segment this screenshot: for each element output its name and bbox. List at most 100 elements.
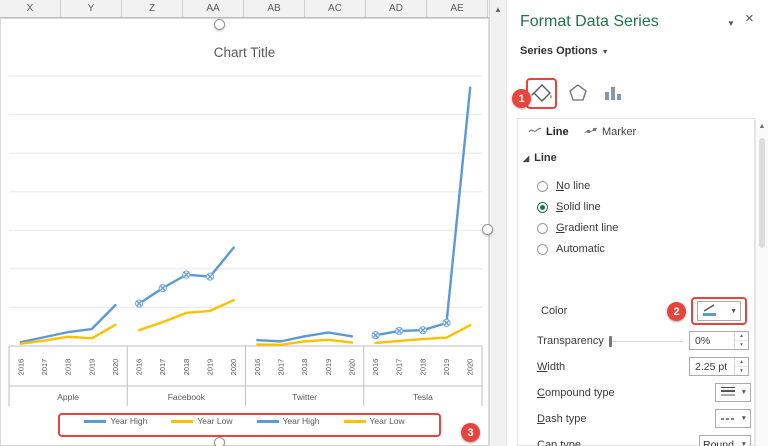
legend-label: Year Low xyxy=(369,416,405,426)
column-headers: X Y Z AA AB AC AD AE xyxy=(0,0,489,18)
column-header[interactable]: AB xyxy=(244,0,305,17)
radio-automatic-label: Automatic xyxy=(556,243,605,255)
column-header[interactable]: Y xyxy=(61,0,122,17)
scrollbar-thumb[interactable] xyxy=(759,138,765,248)
legend-line-swatch xyxy=(343,419,366,423)
line-section-header[interactable]: ◢ Line xyxy=(523,152,557,164)
spin-down-icon[interactable]: ▾ xyxy=(735,367,748,375)
svg-text:2017: 2017 xyxy=(40,359,49,376)
svg-text:2020: 2020 xyxy=(111,359,120,376)
pane-scrollbar[interactable]: ▲ xyxy=(755,120,768,446)
radio-solid-line[interactable]: Solid line xyxy=(537,199,601,215)
close-icon[interactable]: × xyxy=(745,10,754,27)
chart-object[interactable]: 2016 2017 2018 2019 2020 Apple 2016 2017 2018 201… xyxy=(0,18,489,446)
series-options-tab[interactable] xyxy=(601,82,625,106)
selection-handle[interactable] xyxy=(482,224,493,235)
spinner-arrows: ▴ ▾ xyxy=(734,358,748,375)
transparency-value[interactable]: 0% xyxy=(690,332,734,349)
svg-text:2020: 2020 xyxy=(466,359,475,376)
spin-up-icon[interactable]: ▴ xyxy=(735,358,748,367)
svg-text:2017: 2017 xyxy=(158,359,167,376)
tab-marker-label: Marker xyxy=(602,126,637,138)
cap-type-dropdown[interactable]: Round ▼ xyxy=(699,435,751,446)
legend-item[interactable]: Year High xyxy=(84,416,147,426)
annotation-badge-3: 3 xyxy=(461,423,480,442)
width-label: Width xyxy=(537,361,566,373)
tab-marker[interactable]: Marker xyxy=(584,126,636,138)
selection-handle[interactable] xyxy=(214,437,225,446)
svg-text:2016: 2016 xyxy=(253,359,262,376)
column-header[interactable]: X xyxy=(0,0,61,17)
width-spinbox[interactable]: 2.25 pt ▴ ▾ xyxy=(689,357,749,376)
chevron-down-icon: ▼ xyxy=(601,49,609,56)
column-header[interactable]: AC xyxy=(305,0,366,17)
format-data-series-pane: Format Data Series ▼ × Series Options▼ xyxy=(506,0,768,446)
column-header[interactable]: AD xyxy=(366,0,427,17)
chart-plot-area[interactable]: 2016 2017 2018 2019 2020 Apple 2016 2017 2018 201… xyxy=(1,19,490,411)
column-header[interactable]: AA xyxy=(183,0,244,17)
pane-title: Format Data Series xyxy=(520,13,659,30)
chart-title[interactable]: Chart Title xyxy=(1,45,488,60)
scroll-up-icon[interactable]: ▲ xyxy=(756,120,768,130)
chevron-down-icon: ▼ xyxy=(740,415,747,422)
radio-circle[interactable] xyxy=(537,243,548,255)
bar-chart-icon xyxy=(601,81,625,108)
selection-handle[interactable] xyxy=(214,19,225,30)
fill-line-tab[interactable] xyxy=(530,82,554,106)
slider-thumb[interactable] xyxy=(609,336,612,347)
legend-item[interactable]: Year High xyxy=(256,416,320,426)
color-label: Color xyxy=(541,305,568,317)
column-header[interactable]: Z xyxy=(122,0,183,17)
svg-text:2018: 2018 xyxy=(418,359,427,376)
worksheet-scrollbar[interactable]: ▲ xyxy=(489,0,506,446)
svg-text:2016: 2016 xyxy=(16,359,25,376)
excel-window: X Y Z AA AB AC AD AE ▲ 2016 2017 2018 2019 2… xyxy=(0,0,768,446)
compound-type-dropdown[interactable]: ▼ xyxy=(715,383,751,402)
legend-item[interactable]: Year Low xyxy=(343,416,405,426)
spin-down-icon[interactable]: ▾ xyxy=(735,341,748,349)
series-options-dropdown[interactable]: Series Options ▼ xyxy=(520,45,609,57)
transparency-slider[interactable] xyxy=(609,336,683,347)
radio-circle[interactable] xyxy=(537,201,548,213)
dash-type-dropdown[interactable]: ▼ xyxy=(715,409,751,428)
width-value[interactable]: 2.25 pt xyxy=(690,358,734,375)
tab-line-label: Line xyxy=(546,126,569,138)
svg-text:2018: 2018 xyxy=(64,359,73,376)
legend-line-swatch xyxy=(84,419,107,423)
radio-circle[interactable] xyxy=(537,222,548,234)
scroll-up-icon[interactable]: ▲ xyxy=(490,0,506,14)
slider-track xyxy=(609,341,683,342)
legend-item[interactable]: Year Low xyxy=(171,416,233,426)
radio-no-line[interactable]: No line xyxy=(537,178,590,194)
svg-text:2017: 2017 xyxy=(276,359,285,376)
compound-type-label: Compound type xyxy=(537,387,615,399)
section-expander-icon[interactable]: ◢ xyxy=(523,154,529,163)
column-header[interactable]: AE xyxy=(427,0,488,17)
svg-text:2016: 2016 xyxy=(371,359,380,376)
svg-text:2020: 2020 xyxy=(229,359,238,376)
pane-options-caret-icon[interactable]: ▼ xyxy=(727,19,735,28)
radio-automatic[interactable]: Automatic xyxy=(537,241,605,257)
effects-tab[interactable] xyxy=(566,82,590,106)
radio-gradient-line[interactable]: Gradient line xyxy=(537,220,618,236)
dashed-line-icon xyxy=(719,413,737,425)
svg-text:Apple: Apple xyxy=(57,392,79,402)
spin-up-icon[interactable]: ▴ xyxy=(735,332,748,341)
radio-circle[interactable] xyxy=(537,180,548,192)
svg-text:2019: 2019 xyxy=(324,359,333,376)
line-section-label: Line xyxy=(534,152,557,164)
dash-type-label: Dash type xyxy=(537,413,587,425)
legend-line-swatch xyxy=(171,419,194,423)
cap-type-label: Cap type xyxy=(537,439,582,446)
legend-label: Year High xyxy=(282,416,320,426)
svg-text:2019: 2019 xyxy=(206,359,215,376)
pentagon-icon xyxy=(566,81,590,108)
svg-text:2018: 2018 xyxy=(182,359,191,376)
legend-label: Year Low xyxy=(197,416,233,426)
tab-line[interactable]: Line xyxy=(528,126,569,138)
transparency-spinbox[interactable]: 0% ▴ ▾ xyxy=(689,331,749,350)
svg-text:2017: 2017 xyxy=(395,359,404,376)
line-color-button[interactable]: ▼ xyxy=(697,301,741,321)
series-options-label: Series Options xyxy=(520,45,598,57)
chart-legend[interactable]: Year High Year Low Year High Year Low xyxy=(1,416,488,426)
